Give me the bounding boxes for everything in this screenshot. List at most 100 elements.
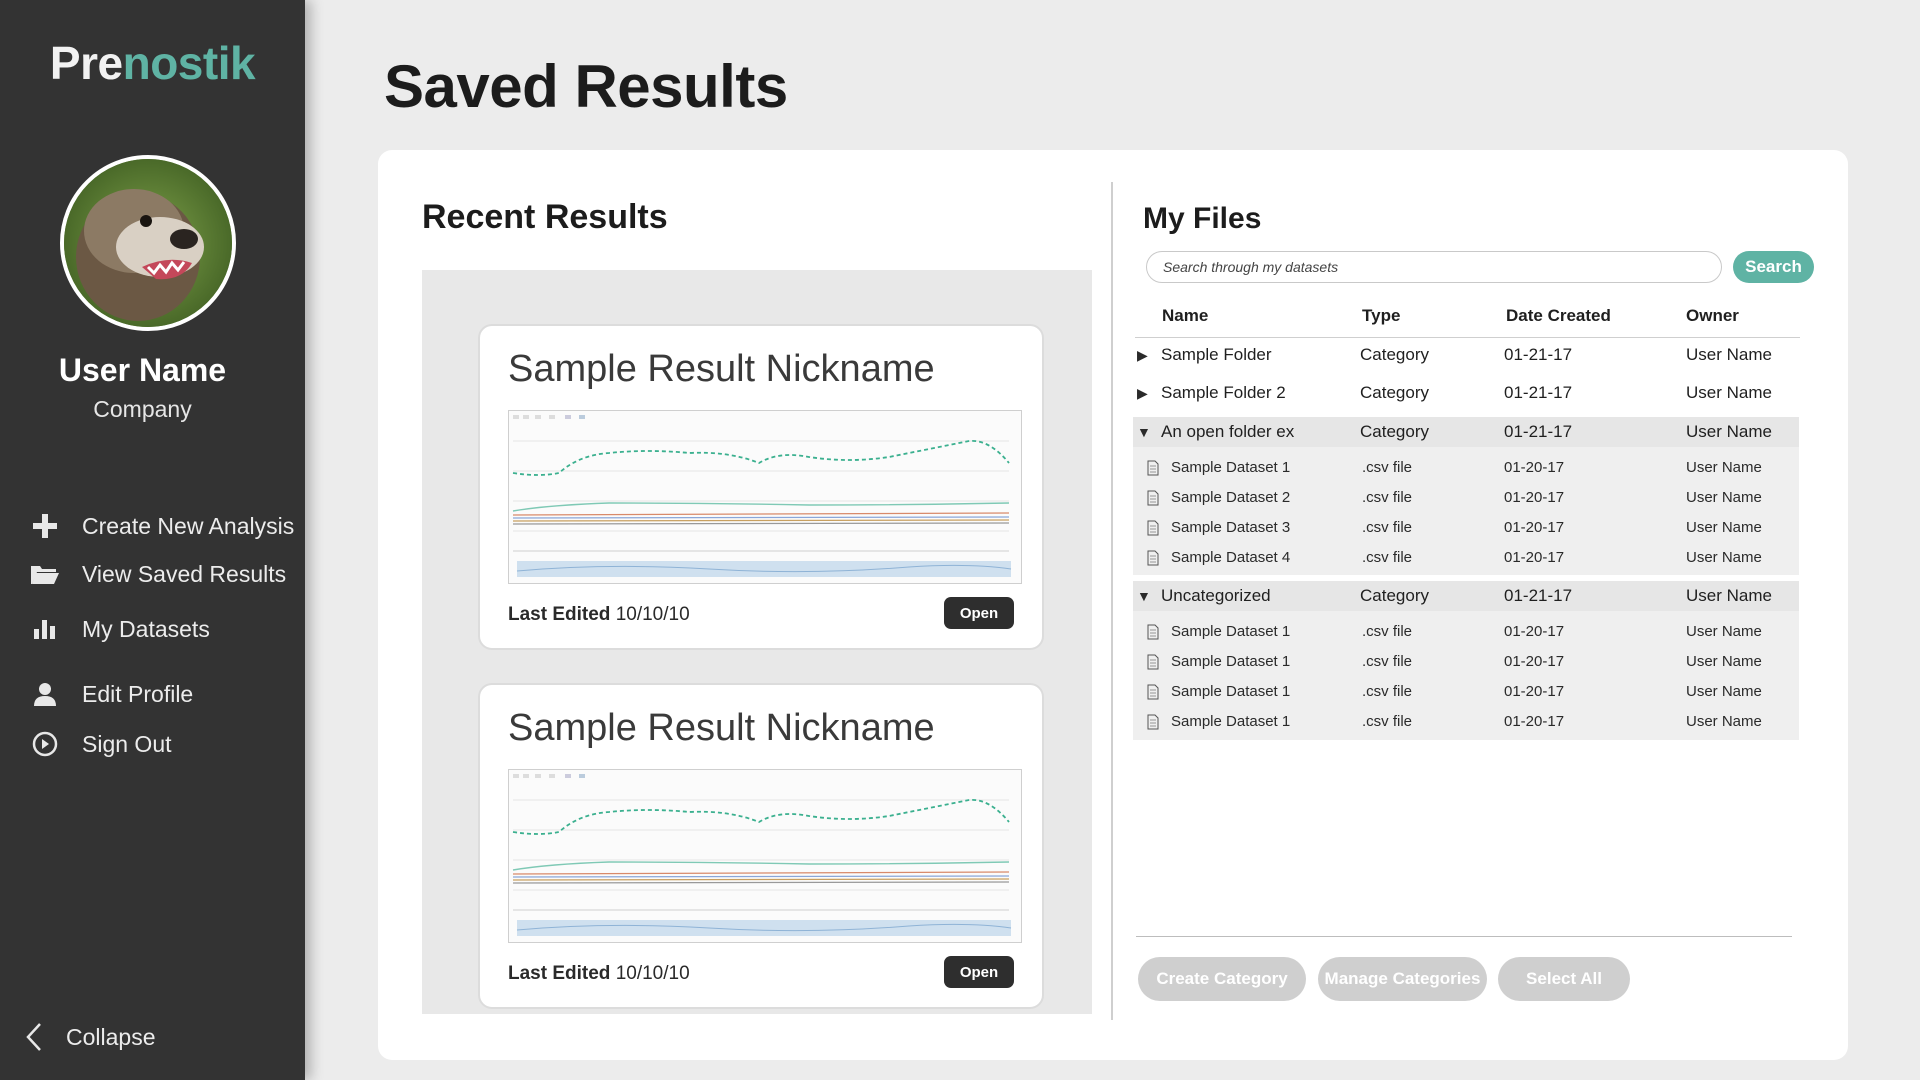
column-header-date[interactable]: Date Created xyxy=(1506,306,1611,326)
cell-name: Sample Dataset 1 xyxy=(1171,459,1291,476)
document-icon xyxy=(1147,654,1159,670)
document-icon xyxy=(1147,490,1159,506)
manage-categories-button[interactable]: Manage Categories xyxy=(1318,957,1487,1001)
table-row-folder[interactable]: ▶ Sample Folder Category 01-21-17 User N… xyxy=(1133,340,1799,370)
cell-date: 01-20-17 xyxy=(1504,713,1565,730)
column-header-type[interactable]: Type xyxy=(1362,306,1400,326)
document-icon xyxy=(1147,684,1159,700)
logo-text-pre: Pre xyxy=(49,37,123,89)
nav-my-datasets[interactable]: My Datasets xyxy=(28,609,210,649)
cell-name: Sample Dataset 1 xyxy=(1171,683,1291,700)
cell-name: Sample Folder 2 xyxy=(1161,383,1286,402)
cell-type: .csv file xyxy=(1362,713,1413,730)
nav-label: My Datasets xyxy=(82,615,210,642)
cell-date: 01-20-17 xyxy=(1504,653,1565,670)
cell-owner: User Name xyxy=(1686,422,1772,441)
cell-type: .csv file xyxy=(1362,623,1413,640)
result-nickname: Sample Result Nickname xyxy=(508,348,935,390)
user-name: User Name xyxy=(58,352,227,388)
my-files-title: My Files xyxy=(1143,202,1262,235)
table-row-file[interactable]: Sample Dataset 2 .csv file 01-20-17 User… xyxy=(1133,484,1799,512)
caret-down-icon[interactable]: ▼ xyxy=(1137,417,1151,447)
user-icon xyxy=(28,679,62,709)
document-icon xyxy=(1147,460,1159,476)
cell-owner: User Name xyxy=(1686,586,1772,605)
cell-type: .csv file xyxy=(1362,489,1413,506)
table-row-folder-open[interactable]: ▼ An open folder ex Category 01-21-17 Us… xyxy=(1133,417,1799,447)
column-header-name[interactable]: Name xyxy=(1162,306,1208,326)
cell-date: 01-21-17 xyxy=(1504,345,1573,364)
chevron-left-icon xyxy=(24,1022,44,1052)
cell-type: .csv file xyxy=(1362,549,1413,566)
cell-date: 01-21-17 xyxy=(1504,586,1573,605)
nav-label: Edit Profile xyxy=(82,680,194,707)
nav-label: Create New Analysis xyxy=(82,512,295,539)
open-button[interactable]: Open xyxy=(944,597,1014,629)
power-icon xyxy=(28,729,62,759)
cell-date: 01-20-17 xyxy=(1504,489,1565,506)
collapse-button[interactable]: Collapse xyxy=(24,1022,156,1052)
result-card[interactable]: Sample Result Nickname Last Edited 10/10… xyxy=(478,683,1044,1009)
caret-down-icon[interactable]: ▼ xyxy=(1137,581,1151,611)
cell-date: 01-20-17 xyxy=(1504,683,1565,700)
folder-open-icon xyxy=(28,559,62,589)
user-company: Company xyxy=(93,396,192,422)
document-icon xyxy=(1147,550,1159,566)
cell-date: 01-20-17 xyxy=(1504,459,1565,476)
cell-owner: User Name xyxy=(1686,623,1762,640)
create-category-button[interactable]: Create Category xyxy=(1138,957,1306,1001)
avatar[interactable] xyxy=(60,155,236,331)
cell-owner: User Name xyxy=(1686,713,1762,730)
table-row-file[interactable]: Sample Dataset 1 .csv file 01-20-17 User… xyxy=(1133,708,1799,736)
caret-right-icon[interactable]: ▶ xyxy=(1137,378,1148,408)
table-row-file[interactable]: Sample Dataset 3 .csv file 01-20-17 User… xyxy=(1133,514,1799,542)
result-chart-thumbnail[interactable] xyxy=(508,769,1022,943)
cell-name: Sample Dataset 4 xyxy=(1171,549,1291,566)
sidebar: Prenostik User Name Company Create New A… xyxy=(0,0,305,1080)
cell-owner: User Name xyxy=(1686,683,1762,700)
last-edited: Last Edited 10/10/10 xyxy=(508,963,690,985)
document-icon xyxy=(1147,714,1159,730)
search-button[interactable]: Search xyxy=(1733,251,1814,283)
cell-owner: User Name xyxy=(1686,459,1762,476)
collapse-label: Collapse xyxy=(66,1023,156,1050)
document-icon xyxy=(1147,624,1159,640)
nav-view-saved-results[interactable]: View Saved Results xyxy=(28,554,286,594)
actions-divider xyxy=(1136,936,1792,937)
recent-results-title: Recent Results xyxy=(422,198,668,236)
open-button[interactable]: Open xyxy=(944,956,1014,988)
select-all-button[interactable]: Select All xyxy=(1498,957,1630,1001)
logo-text-nostik: nostik xyxy=(122,37,256,89)
table-row-file[interactable]: Sample Dataset 1 .csv file 01-20-17 User… xyxy=(1133,454,1799,482)
cell-date: 01-20-17 xyxy=(1504,519,1565,536)
last-edited-label: Last Edited xyxy=(508,963,611,984)
nav-create-new-analysis[interactable]: Create New Analysis xyxy=(28,506,294,546)
nav-label: Sign Out xyxy=(82,730,172,757)
caret-right-icon[interactable]: ▶ xyxy=(1137,340,1148,370)
table-row-file[interactable]: Sample Dataset 1 .csv file 01-20-17 User… xyxy=(1133,678,1799,706)
last-edited-label: Last Edited xyxy=(508,604,611,625)
cell-owner: User Name xyxy=(1686,519,1762,536)
table-row-file[interactable]: Sample Dataset 1 .csv file 01-20-17 User… xyxy=(1133,648,1799,676)
search-input[interactable] xyxy=(1146,251,1722,283)
result-nickname: Sample Result Nickname xyxy=(508,707,935,749)
cell-owner: User Name xyxy=(1686,549,1762,566)
nav-edit-profile[interactable]: Edit Profile xyxy=(28,674,193,714)
result-card[interactable]: Sample Result Nickname Last Edited 10/10… xyxy=(478,324,1044,650)
result-chart-thumbnail[interactable] xyxy=(508,410,1022,584)
cell-date: 01-20-17 xyxy=(1504,623,1565,640)
cell-type: .csv file xyxy=(1362,683,1413,700)
table-row-folder[interactable]: ▶ Sample Folder 2 Category 01-21-17 User… xyxy=(1133,378,1799,408)
cell-type: Category xyxy=(1360,345,1429,364)
app-logo[interactable]: Prenostik xyxy=(0,36,305,90)
table-row-file[interactable]: Sample Dataset 4 .csv file 01-20-17 User… xyxy=(1133,544,1799,572)
cell-date: 01-21-17 xyxy=(1504,422,1573,441)
last-edited: Last Edited 10/10/10 xyxy=(508,604,690,626)
table-row-file[interactable]: Sample Dataset 1 .csv file 01-20-17 User… xyxy=(1133,618,1799,646)
cell-name: Uncategorized xyxy=(1161,586,1271,605)
table-row-folder-open[interactable]: ▼ Uncategorized Category 01-21-17 User N… xyxy=(1133,581,1799,611)
cell-name: Sample Dataset 1 xyxy=(1171,653,1291,670)
nav-sign-out[interactable]: Sign Out xyxy=(28,724,172,764)
column-header-owner[interactable]: Owner xyxy=(1686,306,1739,326)
cell-type: .csv file xyxy=(1362,519,1413,536)
